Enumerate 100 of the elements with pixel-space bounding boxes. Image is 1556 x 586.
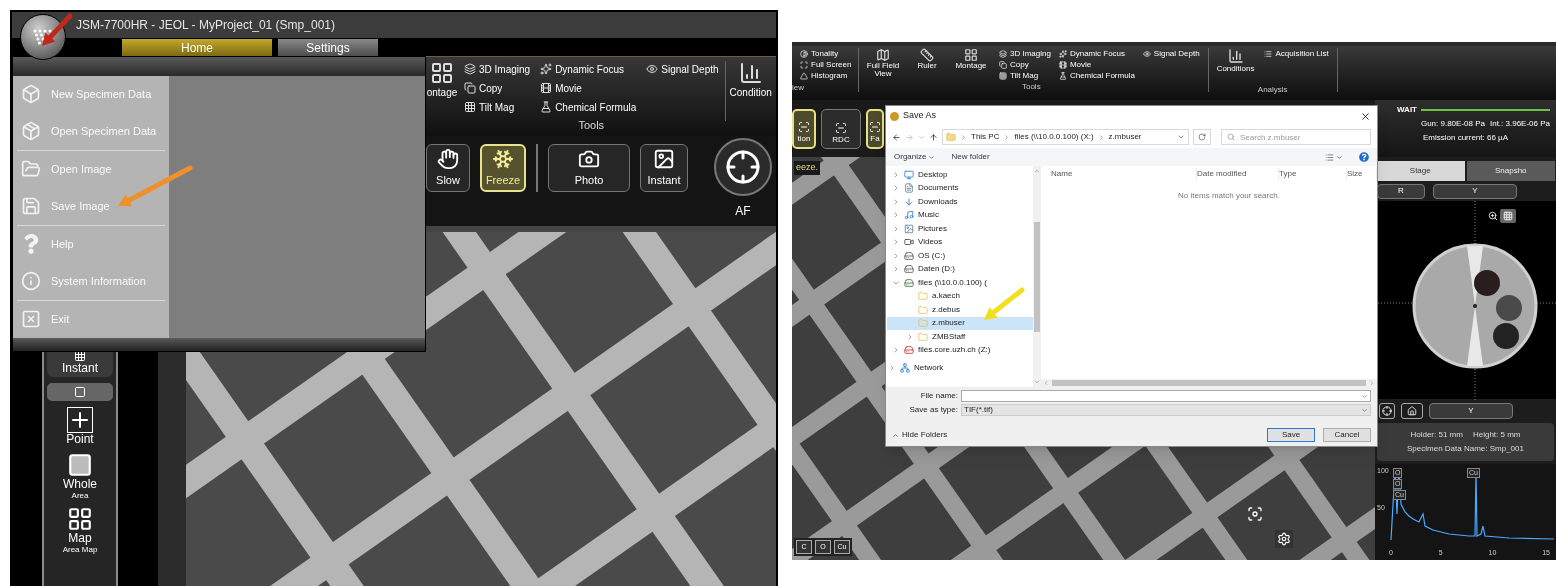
file-type-dropdown[interactable]: TIF(*.tif) <box>961 404 1371 416</box>
ribbon-tool-button[interactable]: Acquisition List <box>1264 48 1329 60</box>
sidebar-button[interactable]: Map Area Map <box>47 506 113 554</box>
folder-tree-item[interactable]: Desktop <box>887 168 1034 182</box>
folder-tree-item[interactable]: Documents <box>887 181 1034 195</box>
panel-tab[interactable]: Snapsho <box>1466 161 1555 181</box>
ribbon-tool-button[interactable]: Histogram <box>800 70 854 81</box>
chevron-down-icon[interactable] <box>1034 379 1041 385</box>
up-arrow-icon[interactable] <box>929 132 938 142</box>
settings-icon <box>1277 532 1291 546</box>
sidebar-button[interactable]: Whole Area <box>47 452 113 500</box>
address-bar[interactable]: This PC files (\\10.0.0.100) (X:) z.mbuser <box>942 129 1189 145</box>
chevron-down-icon[interactable] <box>1177 133 1185 141</box>
sidebar-button[interactable]: Point <box>47 407 113 446</box>
ribbon-tool-button[interactable]: Dynamic Focus <box>540 61 637 77</box>
column-header[interactable]: Type <box>1279 168 1347 180</box>
mode-button[interactable]: RDC <box>821 108 861 149</box>
ribbon-large-button[interactable]: Montage <box>951 48 991 81</box>
autofocus-button[interactable] <box>714 138 772 196</box>
ribbon-tool-button[interactable]: Tilt Mag <box>464 99 531 115</box>
ribbon-tool-button[interactable]: 3D Imaging <box>464 61 531 77</box>
crosshair-icon <box>1382 406 1392 416</box>
folder-tree-item[interactable]: ZMBStaff <box>887 330 1034 344</box>
ribbon-tool-button[interactable]: Copy <box>464 80 531 96</box>
app-icon <box>890 111 899 121</box>
stage-button[interactable]: Y <box>1429 403 1513 419</box>
refresh-button[interactable] <box>1193 129 1211 145</box>
back-arrow-icon[interactable] <box>892 132 901 142</box>
ribbon-tool-button[interactable]: Signal Depth <box>646 61 719 77</box>
help-icon[interactable] <box>1359 152 1369 162</box>
search-field[interactable]: Search z.mbuser <box>1221 129 1371 145</box>
network-drive-icon <box>904 277 914 288</box>
breadcrumb-item[interactable]: files (\\10.0.0.100) (X:) <box>1014 131 1094 143</box>
column-header[interactable]: Size <box>1347 168 1377 180</box>
file-name-field[interactable] <box>961 390 1371 402</box>
folder-tree-item[interactable]: Downloads <box>887 195 1034 209</box>
settings-button[interactable] <box>1275 530 1293 548</box>
chevron-up-icon[interactable] <box>1034 168 1041 174</box>
breadcrumb-item[interactable]: z.mbuser <box>1108 131 1142 143</box>
layers-icon <box>464 63 476 75</box>
mode-button[interactable]: tion <box>792 108 816 149</box>
new-folder-button[interactable]: New folder <box>951 151 990 163</box>
column-header[interactable]: Date modified <box>1197 168 1279 180</box>
folder-tree-item[interactable]: files.core.uzh.ch (Z:) <box>887 343 1034 357</box>
grid-icon <box>72 350 88 362</box>
ribbon-tool-button[interactable]: Movie <box>540 80 637 96</box>
close-icon <box>1359 110 1371 122</box>
folder-tree-item[interactable]: Music <box>887 208 1034 222</box>
ribbon-tool-button[interactable]: Tilt Mag <box>999 70 1051 81</box>
ribbon-tool-button[interactable]: Tonality <box>800 48 854 59</box>
acquisition-button[interactable]: Slow <box>426 144 470 192</box>
ribbon-tool-button[interactable]: Copy <box>999 59 1051 70</box>
folder-tree-item[interactable]: files (\\10.0.0.100) ( <box>887 276 1034 290</box>
acquisition-button[interactable]: Photo <box>548 144 630 192</box>
ribbon-large-button[interactable]: ontage <box>424 61 460 136</box>
acquisition-button[interactable]: Freeze <box>480 144 526 192</box>
center-button[interactable] <box>1379 403 1395 419</box>
grid-icon <box>964 48 978 62</box>
hide-folders-button[interactable]: Hide Folders <box>892 429 948 441</box>
chevron-down-icon[interactable] <box>918 133 925 141</box>
ribbon-tool-button[interactable]: Movie <box>1058 59 1135 70</box>
panel-tab[interactable]: Stage <box>1376 161 1465 181</box>
ribbon-tool-button[interactable]: Chemical Formula <box>540 99 637 115</box>
picture-icon <box>653 147 675 170</box>
acquisition-button[interactable]: Instant <box>640 144 688 192</box>
ribbon-tool-button[interactable]: Dynamic Focus <box>1058 48 1135 59</box>
column-header[interactable]: Name <box>1051 168 1197 180</box>
ribbon-tool-button[interactable]: Full Screen <box>800 59 854 70</box>
ribbon-tool-button[interactable]: 3D Imaging <box>999 48 1051 59</box>
ribbon-tool-button[interactable]: Chemical Formula <box>1058 70 1135 81</box>
stage-button[interactable]: R <box>1377 183 1425 199</box>
toggle-button[interactable] <box>47 383 113 401</box>
breadcrumb-item[interactable]: This PC <box>971 131 1000 143</box>
ribbon-tool-button[interactable]: Signal Depth <box>1142 48 1200 59</box>
mode-button[interactable]: Fa <box>866 108 884 149</box>
sidebar-button[interactable]: Instant <box>47 350 113 377</box>
scan-icon <box>869 120 881 133</box>
folder-tree-item[interactable]: OS (C:) <box>887 249 1034 263</box>
folder-tree-item[interactable]: a.kaech <box>887 289 1034 303</box>
folder-tree-item[interactable]: Daten (D:) <box>887 262 1034 276</box>
save-button[interactable]: Save <box>1267 428 1315 442</box>
chevron-right-icon[interactable] <box>1369 380 1375 386</box>
ribbon-large-button[interactable]: Condition <box>729 61 772 136</box>
organize-button[interactable]: Organize <box>894 151 936 163</box>
ribbon-large-button[interactable]: Full Field View <box>863 48 903 81</box>
folder-tree-item[interactable]: Videos <box>887 235 1034 249</box>
folder-tree-item[interactable]: Network <box>887 361 1034 374</box>
view-options-button[interactable] <box>1325 152 1343 162</box>
folder-tree-item[interactable]: z.debus <box>887 303 1034 317</box>
home-button[interactable] <box>1401 403 1423 419</box>
ribbon-tab[interactable]: Settings <box>278 39 378 56</box>
cancel-button[interactable]: Cancel <box>1323 428 1371 442</box>
status-text: WAIT <box>1397 104 1417 116</box>
zoom-button[interactable] <box>1500 209 1516 223</box>
ribbon-large-button[interactable]: Ruler <box>907 48 947 81</box>
ribbon-large-button[interactable]: Conditions <box>1216 48 1255 74</box>
folder-tree-item[interactable]: Pictures <box>887 222 1034 236</box>
chevron-left-icon[interactable] <box>1043 380 1049 386</box>
folder-tree-item[interactable]: z.mbuser <box>887 316 1034 330</box>
stage-button[interactable]: Y <box>1433 183 1517 199</box>
